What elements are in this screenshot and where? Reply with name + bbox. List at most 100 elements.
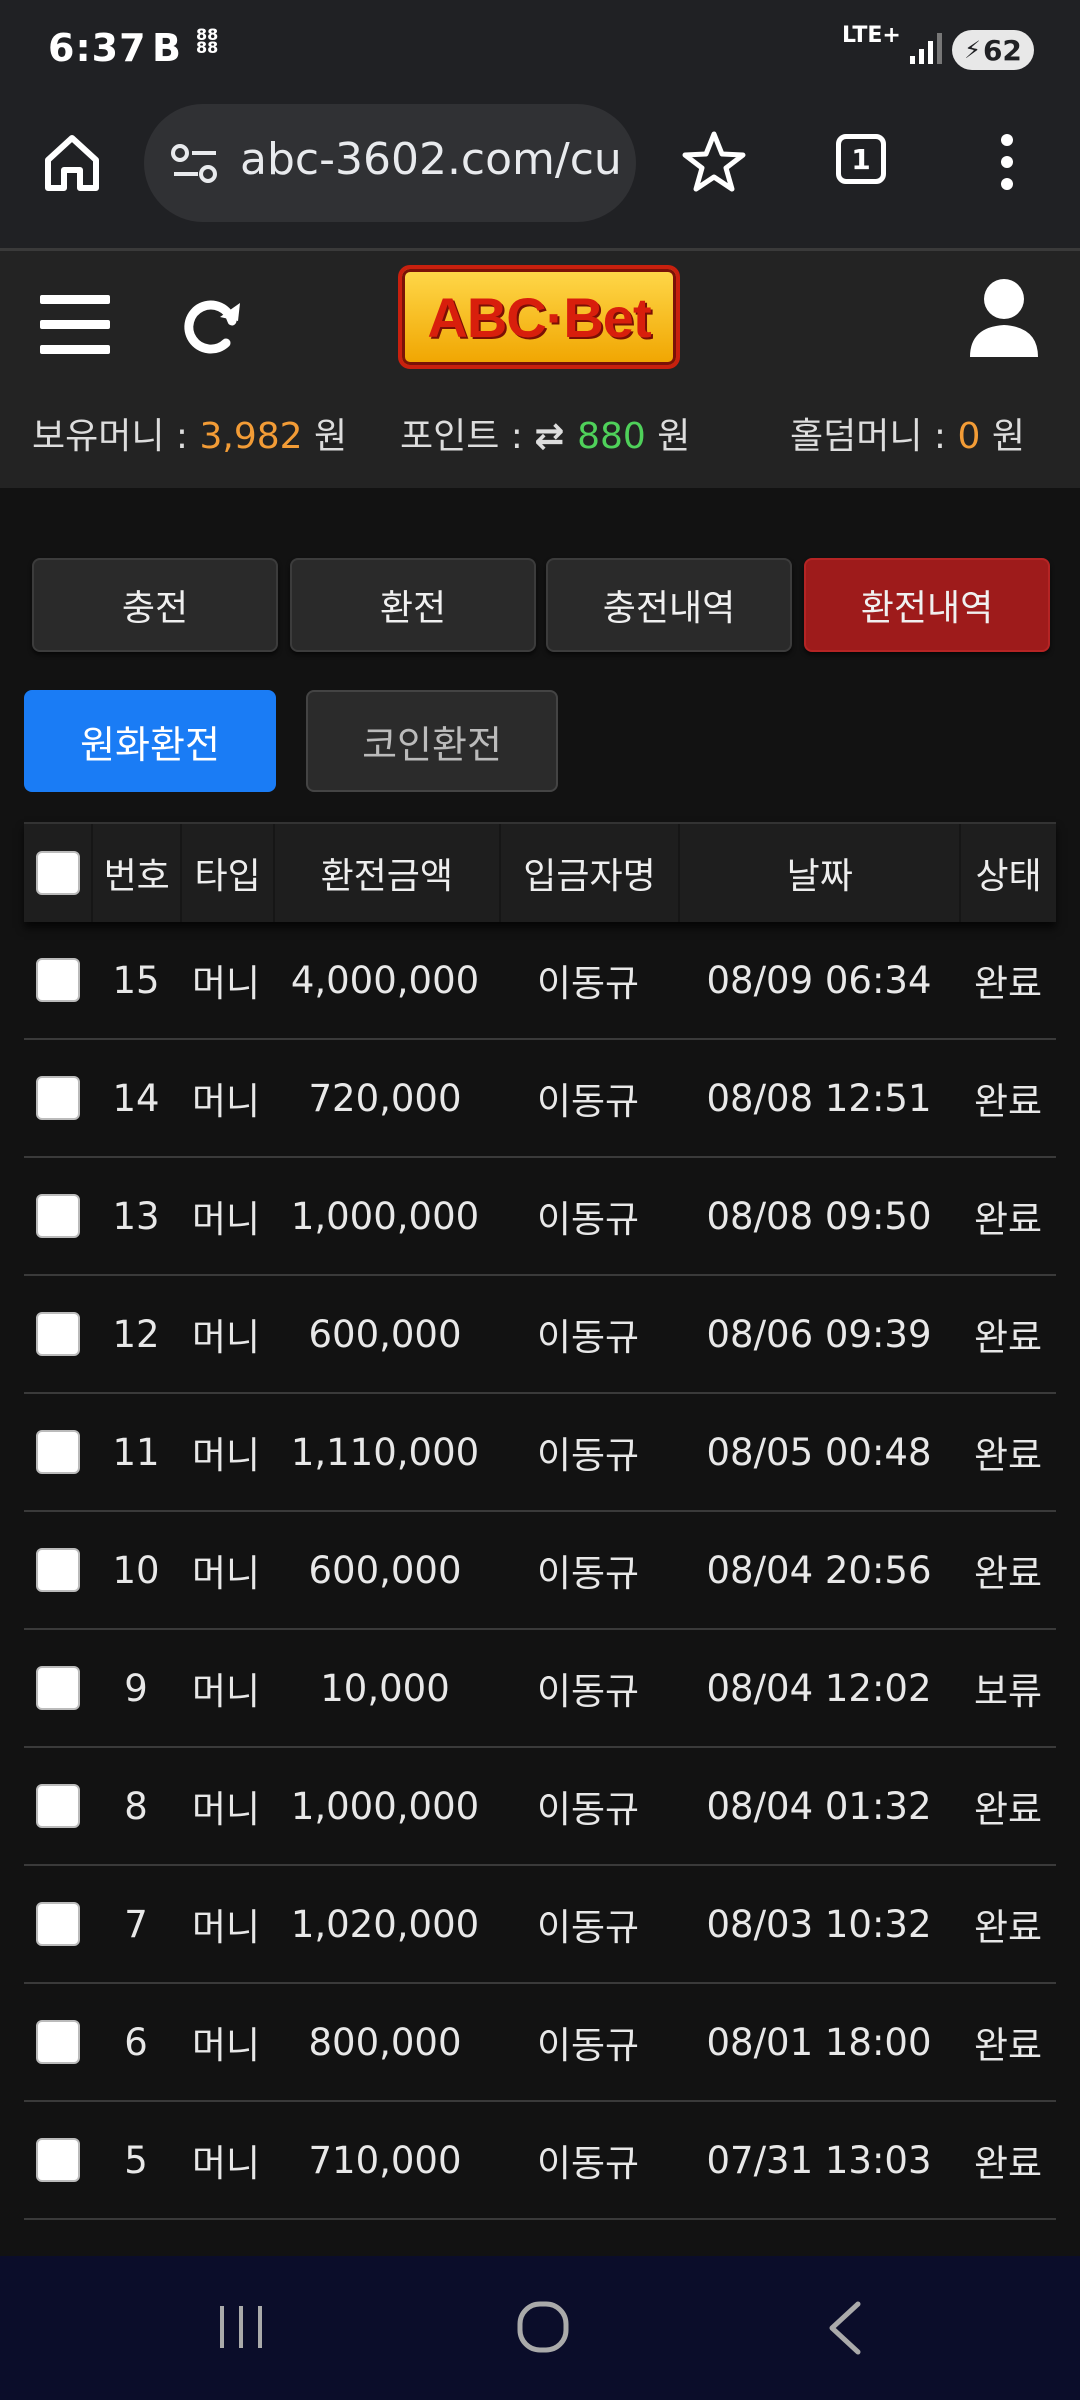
row-select-cell [24, 1076, 92, 1120]
tab-exchange-history[interactable]: 환전내역 [804, 558, 1050, 652]
row-type: 머니 [191, 1434, 261, 1477]
row-date: 08/04 01:32 [706, 1784, 932, 1828]
header-date: 날짜 [680, 824, 962, 922]
row-checkbox[interactable] [36, 1902, 80, 1946]
row-number: 8 [124, 1784, 148, 1828]
row-amount: 710,000 [308, 2138, 462, 2182]
tabs-icon[interactable]: 1 [836, 134, 886, 184]
row-amount: 800,000 [308, 2020, 462, 2064]
row-depositor: 이동규 [536, 1788, 640, 1831]
table-row[interactable]: 5 머니 710,000 이동규 07/31 13:03 완료 [24, 2102, 1056, 2220]
row-amount: 600,000 [308, 1548, 462, 1592]
back-icon[interactable] [824, 2300, 864, 2356]
money-unit: 원 [302, 416, 348, 457]
row-checkbox[interactable] [36, 1666, 80, 1710]
user-icon[interactable] [966, 277, 1042, 361]
row-select-cell [24, 958, 92, 1002]
coin-exchange-button[interactable]: 코인환전 [306, 690, 558, 792]
row-select-cell [24, 1902, 92, 1946]
row-date: 08/04 20:56 [706, 1548, 932, 1592]
money-value: 3,982 [199, 416, 303, 457]
row-date: 08/05 00:48 [706, 1430, 932, 1474]
table-row[interactable]: 14 머니 720,000 이동규 08/08 12:51 완료 [24, 1040, 1056, 1158]
header-no: 번호 [93, 824, 183, 922]
header-status: 상태 [975, 856, 1042, 897]
row-status: 완료 [973, 1906, 1043, 1949]
table-row[interactable]: 9 머니 10,000 이동규 08/04 12:02 보류 [24, 1630, 1056, 1748]
money-label: 보유머니 : [32, 416, 200, 457]
table-row[interactable]: 6 머니 800,000 이동규 08/01 18:00 완료 [24, 1984, 1056, 2102]
table-row[interactable]: 11 머니 1,110,000 이동규 08/05 00:48 완료 [24, 1394, 1056, 1512]
row-date: 07/31 13:03 [706, 2138, 932, 2182]
row-type: 머니 [191, 2142, 261, 2185]
row-checkbox[interactable] [36, 1194, 80, 1238]
row-type: 머니 [191, 1788, 261, 1831]
row-number: 14 [112, 1076, 160, 1120]
more-icon[interactable] [990, 130, 1024, 194]
row-date: 08/04 12:02 [706, 1666, 932, 1710]
row-depositor: 이동규 [536, 962, 640, 1005]
table-row[interactable]: 15 머니 4,000,000 이동규 08/09 06:34 완료 [24, 922, 1056, 1040]
table-row[interactable]: 8 머니 1,000,000 이동규 08/04 01:32 완료 [24, 1748, 1056, 1866]
tab-charge[interactable]: 충전 [32, 558, 278, 652]
row-checkbox[interactable] [36, 958, 80, 1002]
row-checkbox[interactable] [36, 1430, 80, 1474]
row-select-cell [24, 1430, 92, 1474]
refresh-icon[interactable] [176, 291, 246, 361]
table-row[interactable]: 13 머니 1,000,000 이동규 08/08 09:50 완료 [24, 1158, 1056, 1276]
url-text[interactable]: abc-3602.com/cu [240, 134, 620, 185]
exchange-icon[interactable]: ⇄ [534, 416, 577, 457]
row-number: 5 [124, 2138, 148, 2182]
row-depositor: 이동규 [536, 1198, 640, 1241]
row-checkbox[interactable] [36, 1784, 80, 1828]
exchange-history-table: 번호 타입 환전금액 입금자명 날짜 상태 15 머니 4,000,000 이동규 08… [24, 822, 1056, 2338]
row-amount: 720,000 [308, 1076, 462, 1120]
home-icon[interactable] [40, 130, 104, 194]
row-type: 머니 [191, 1080, 261, 1123]
row-date: 08/01 18:00 [706, 2020, 932, 2064]
lte-icon: LTE+ [842, 23, 901, 48]
signal-icon [910, 33, 942, 64]
holdem-balance: 홀덤머니 : 0 원 [790, 407, 1025, 459]
row-date: 08/08 12:51 [706, 1076, 932, 1120]
krw-exchange-button[interactable]: 원화환전 [24, 690, 276, 792]
row-checkbox[interactable] [36, 1076, 80, 1120]
table-row[interactable]: 7 머니 1,020,000 이동규 08/03 10:32 완료 [24, 1866, 1056, 1984]
row-status: 보류 [973, 1670, 1043, 1713]
row-depositor: 이동규 [536, 2024, 640, 2067]
point-label: 포인트 : [400, 416, 535, 457]
holdem-unit: 원 [980, 416, 1025, 457]
address-bar[interactable]: abc-3602.com/cu [144, 104, 636, 222]
row-amount: 1,000,000 [290, 1194, 480, 1238]
row-depositor: 이동규 [536, 1434, 640, 1477]
home-circle-icon[interactable] [516, 2300, 570, 2354]
row-checkbox[interactable] [36, 1548, 80, 1592]
row-status: 완료 [973, 1788, 1043, 1831]
row-type: 머니 [191, 1906, 261, 1949]
site-logo[interactable]: ABC·Bet [398, 265, 680, 369]
b-icon: B [152, 26, 181, 70]
point-unit: 원 [645, 416, 691, 457]
row-checkbox[interactable] [36, 2020, 80, 2064]
site-settings-icon[interactable] [170, 142, 220, 186]
tab-charge-history[interactable]: 충전내역 [546, 558, 792, 652]
row-number: 6 [124, 2020, 148, 2064]
table-row[interactable]: 10 머니 600,000 이동규 08/04 20:56 완료 [24, 1512, 1056, 1630]
row-checkbox[interactable] [36, 2138, 80, 2182]
row-depositor: 이동규 [536, 2142, 640, 2185]
point-balance: 포인트 : ⇄ 880 원 [400, 407, 690, 459]
tab-exchange[interactable]: 환전 [290, 558, 536, 652]
select-all-checkbox[interactable] [35, 851, 80, 895]
star-icon[interactable] [680, 128, 748, 196]
row-type: 머니 [191, 962, 261, 1005]
row-type: 머니 [191, 1552, 261, 1595]
recents-icon[interactable] [216, 2302, 266, 2352]
table-row[interactable]: 12 머니 600,000 이동규 08/06 09:39 완료 [24, 1276, 1056, 1394]
row-depositor: 이동규 [536, 1552, 640, 1595]
row-number: 9 [124, 1666, 148, 1710]
row-checkbox[interactable] [36, 1312, 80, 1356]
battery-level: 62 [982, 33, 1022, 67]
row-status: 완료 [973, 2142, 1043, 2185]
hamburger-icon[interactable] [40, 293, 110, 355]
row-amount: 1,110,000 [290, 1430, 480, 1474]
